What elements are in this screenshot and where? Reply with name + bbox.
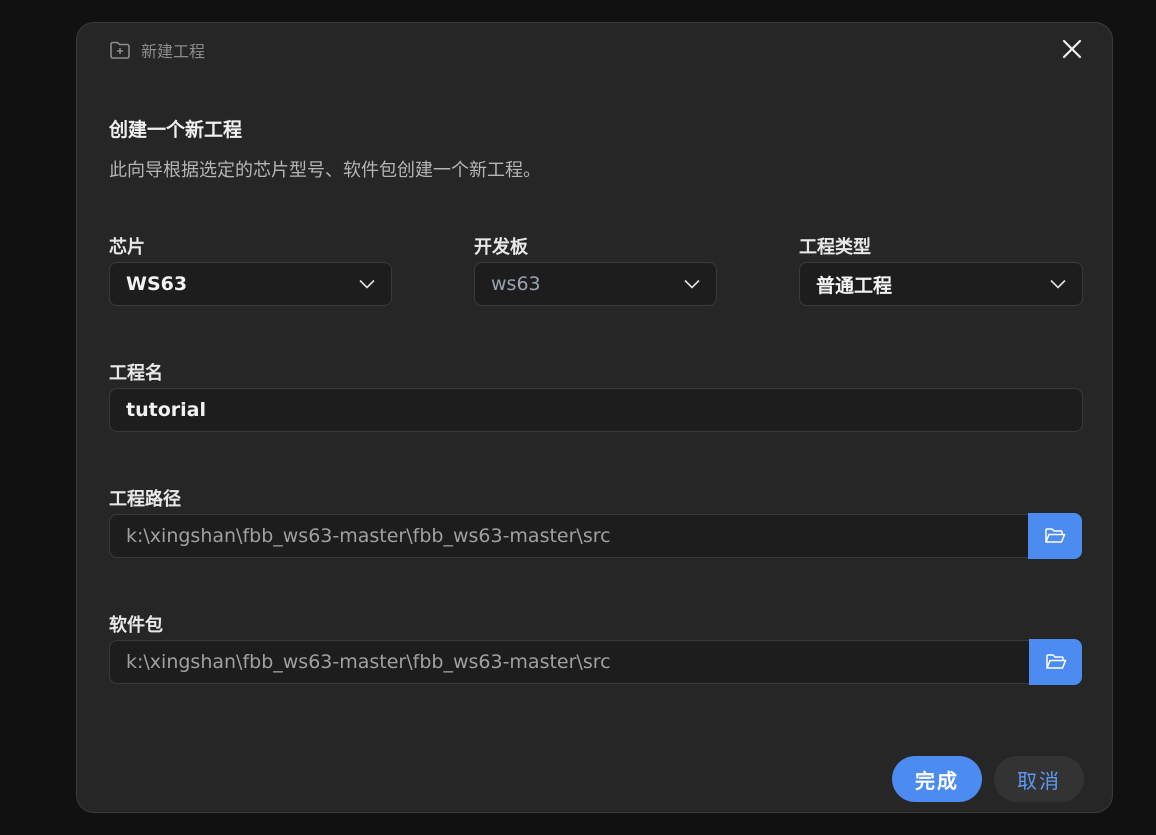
package-browse-button[interactable] bbox=[1029, 639, 1082, 685]
chip-label: 芯片 bbox=[109, 237, 145, 258]
project-name-value: tutorial bbox=[126, 399, 206, 421]
package-label: 软件包 bbox=[109, 615, 163, 636]
folder-open-icon[interactable] bbox=[1044, 527, 1066, 545]
board-label: 开发板 bbox=[474, 237, 528, 258]
folder-open-icon[interactable] bbox=[1045, 653, 1067, 671]
dialog-titlebar: 新建工程 bbox=[109, 38, 205, 62]
chip-select-value: WS63 bbox=[126, 273, 188, 295]
package-input[interactable]: k:\xingshan\fbb_ws63-master\fbb_ws63-mas… bbox=[109, 640, 1030, 684]
chip-select[interactable]: WS63 bbox=[109, 262, 392, 306]
chevron-down-icon bbox=[359, 279, 375, 289]
package-value: k:\xingshan\fbb_ws63-master\fbb_ws63-mas… bbox=[126, 651, 611, 673]
dialog-title: 新建工程 bbox=[141, 42, 206, 61]
project-type-select[interactable]: 普通工程 bbox=[799, 262, 1083, 306]
project-type-label: 工程类型 bbox=[799, 237, 871, 258]
project-path-input[interactable]: k:\xingshan\fbb_ws63-master\fbb_ws63-mas… bbox=[109, 514, 1029, 558]
project-path-browse-button[interactable] bbox=[1028, 513, 1082, 559]
new-project-dialog: 新建工程 创建一个新工程 此向导根据选定的芯片型号、软件包创建一个新工程。 芯片… bbox=[76, 22, 1113, 813]
folder-plus-icon bbox=[109, 40, 131, 60]
page-description: 此向导根据选定的芯片型号、软件包创建一个新工程。 bbox=[109, 160, 541, 181]
close-button[interactable] bbox=[1060, 37, 1084, 61]
project-path-label: 工程路径 bbox=[109, 489, 181, 510]
project-path-value: k:\xingshan\fbb_ws63-master\fbb_ws63-mas… bbox=[126, 525, 611, 547]
chevron-down-icon bbox=[1050, 279, 1066, 289]
board-select[interactable]: ws63 bbox=[474, 262, 717, 306]
project-type-select-value: 普通工程 bbox=[816, 274, 893, 297]
finish-button[interactable]: 完成 bbox=[892, 756, 982, 802]
close-icon[interactable] bbox=[1060, 37, 1084, 61]
project-name-input[interactable]: tutorial bbox=[109, 388, 1083, 432]
project-name-label: 工程名 bbox=[109, 363, 163, 384]
page-heading: 创建一个新工程 bbox=[109, 119, 243, 141]
chevron-down-icon bbox=[684, 279, 700, 289]
board-select-value: ws63 bbox=[491, 273, 541, 295]
cancel-button[interactable]: 取消 bbox=[994, 756, 1084, 802]
